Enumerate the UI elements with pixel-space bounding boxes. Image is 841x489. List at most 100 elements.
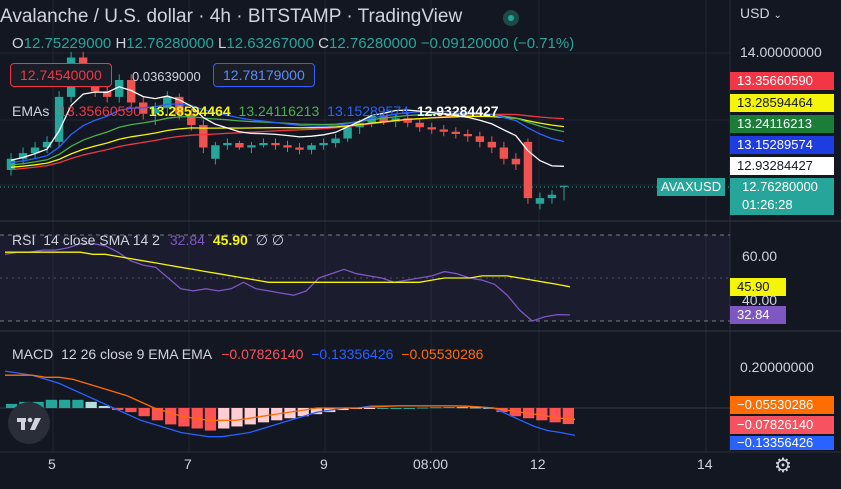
- ema-value-2: 13.28594464: [148, 103, 231, 119]
- high-label: H: [115, 35, 127, 52]
- macd-histogram-bar: [125, 408, 137, 413]
- last-price-value: 12.76280000: [742, 179, 818, 194]
- macd-histogram-value: −0.07826140: [221, 346, 304, 362]
- chevron-down-icon: ⌄: [773, 10, 782, 21]
- rsi-legend[interactable]: RSI 14 close SMA 14 2 32.84 45.90 ∅ ∅: [12, 232, 284, 249]
- macd-histogram-bar: [165, 408, 177, 425]
- macd-histogram-bar: [363, 408, 376, 409]
- ema-label: EMAs: [12, 103, 50, 119]
- time-label-5: 5: [48, 456, 56, 472]
- ema-price-label-3: 13.24116213: [730, 115, 834, 133]
- candle-body: [235, 143, 244, 148]
- candle-body: [295, 147, 304, 150]
- macd-histogram-bar: [456, 407, 468, 409]
- live-indicator-icon: [503, 10, 519, 26]
- candle-body: [439, 129, 448, 132]
- rsi-tick-60: 60.00: [742, 248, 778, 264]
- ema-price-label-1: 13.35660590: [730, 72, 834, 90]
- ema-legend[interactable]: EMAs 13.35660590 13.28594464 13.24116213…: [12, 103, 499, 119]
- last-price-label: 12.76280000 01:26:28: [730, 178, 834, 215]
- rsi-extra: ∅ ∅: [255, 232, 285, 248]
- macd-histogram-bar: [416, 407, 429, 409]
- spread-value: 0.03639000: [132, 69, 201, 84]
- candle-body: [343, 127, 352, 139]
- macd-signal-label: −0.05530286: [730, 396, 834, 414]
- ema-value-1: 13.35660590: [59, 103, 141, 119]
- macd-histogram-bar: [244, 408, 256, 425]
- price-tick: 14.00000000: [740, 44, 822, 60]
- macd-histogram-bar: [204, 408, 217, 431]
- candle-body: [511, 158, 521, 165]
- ohlc-readout: O12.75229000 H12.76280000 L12.63267000 C…: [12, 35, 574, 52]
- macd-label: MACD: [12, 346, 54, 362]
- ema-value-5: 12.93284427: [416, 103, 499, 119]
- rsi-label: RSI: [12, 232, 36, 248]
- vertical-gridlines: [52, 0, 707, 452]
- high-value: 12.76280000: [126, 35, 214, 52]
- chart-title: Avalanche / U.S. dollar · 4h · BITSTAMP …: [0, 6, 463, 27]
- time-label-0800: 08:00: [413, 456, 449, 472]
- tradingview-logo[interactable]: [8, 402, 50, 444]
- candle-body: [331, 138, 340, 143]
- candle-body: [451, 131, 461, 134]
- ema-value-4: 13.15289574: [327, 103, 409, 119]
- macd-histogram-bar: [549, 408, 561, 423]
- macd-histogram-bar: [443, 406, 455, 408]
- macd-line-value: −0.13356426: [311, 346, 394, 362]
- close-label: C: [318, 35, 329, 52]
- rsi-value-label: 32.84: [730, 306, 786, 324]
- buy-button[interactable]: 12.78179000: [213, 63, 315, 87]
- macd-signal-value: −0.05530286: [401, 346, 484, 362]
- time-label-9: 9: [320, 456, 328, 472]
- open-label: O: [12, 35, 24, 52]
- macd-histogram-bar: [377, 408, 389, 409]
- candle-body: [547, 194, 557, 199]
- candle-body: [319, 143, 328, 146]
- macd-histogram-bar: [85, 401, 97, 408]
- candle-body: [499, 147, 509, 159]
- candle-body: [271, 143, 280, 146]
- rsi-sma-value: 45.90: [212, 232, 248, 248]
- candle-body: [283, 145, 292, 148]
- tradingview-logo-icon: [17, 417, 41, 430]
- macd-histogram-bar: [72, 399, 84, 408]
- time-label-12: 12: [530, 456, 546, 472]
- rsi-sma-label: 45.90: [730, 278, 786, 296]
- rsi-value: 32.84: [169, 232, 205, 248]
- candle-body: [535, 198, 545, 204]
- open-value: 12.75229000: [23, 35, 112, 52]
- macd-histogram-layer: [6, 399, 574, 431]
- ema-value-3: 13.24116213: [238, 103, 320, 119]
- candle-body: [475, 136, 485, 142]
- macd-histogram-bar: [430, 407, 442, 409]
- settings-gear-icon[interactable]: ⚙: [774, 453, 792, 478]
- ema-lines-layer: [10, 86, 565, 171]
- bar-countdown: 01:26:28: [742, 197, 793, 212]
- macd-hist-label: −0.07826140: [730, 416, 834, 434]
- ema-price-label-4: 13.15289574: [730, 136, 834, 154]
- candle-body: [463, 134, 473, 137]
- macd-histogram-bar: [562, 408, 574, 425]
- macd-histogram-bar: [218, 408, 230, 429]
- macd-tick: 0.20000000: [740, 359, 814, 375]
- currency-selector[interactable]: USD ⌄: [740, 5, 782, 21]
- candle-body: [487, 141, 497, 148]
- sell-button[interactable]: 12.74540000: [10, 63, 112, 87]
- macd-histogram-bar: [403, 408, 415, 409]
- symbol-label: AVAXUSD: [657, 178, 725, 196]
- time-label-7: 7: [184, 456, 192, 472]
- candle-body: [223, 143, 232, 146]
- macd-histogram-bar: [138, 408, 150, 417]
- close-value: 12.76280000: [329, 35, 417, 52]
- macd-legend[interactable]: MACD 12 26 close 9 EMA EMA −0.07826140 −…: [12, 346, 483, 362]
- candle-body: [415, 122, 424, 128]
- candle-body: [211, 145, 220, 159]
- macd-line-label: −0.13356426: [730, 436, 834, 450]
- candle-body: [247, 145, 256, 148]
- candle-body: [427, 127, 436, 130]
- low-value: 12.63267000: [226, 35, 314, 52]
- ema-price-label-2: 13.28594464: [730, 94, 834, 112]
- macd-histogram-bar: [390, 408, 402, 409]
- macd-histogram-bar: [59, 399, 71, 408]
- currency-label: USD: [740, 5, 770, 21]
